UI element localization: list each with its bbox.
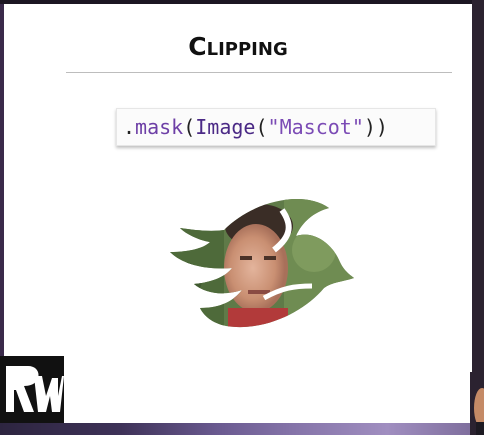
code-open-paren-2: ( — [255, 115, 268, 139]
code-type: Image — [195, 115, 256, 139]
code-snippet: .mask(Image("Mascot")) — [116, 108, 436, 146]
code-string: "Mascot" — [267, 115, 364, 139]
slide-title: Clipping — [188, 32, 288, 61]
presenter-corner — [470, 372, 484, 435]
code-dot: . — [123, 115, 136, 139]
rw-logo-icon — [0, 356, 64, 423]
code-open-paren: ( — [183, 115, 196, 139]
code-method: mask — [135, 115, 184, 139]
title-divider — [66, 72, 452, 73]
presentation-slide: Clipping .mask(Image("Mascot")) — [4, 4, 472, 423]
code-close-parens: )) — [363, 115, 388, 139]
bottom-bar — [0, 423, 484, 435]
mascot-bird-icon — [170, 199, 354, 328]
right-frame — [472, 0, 484, 435]
